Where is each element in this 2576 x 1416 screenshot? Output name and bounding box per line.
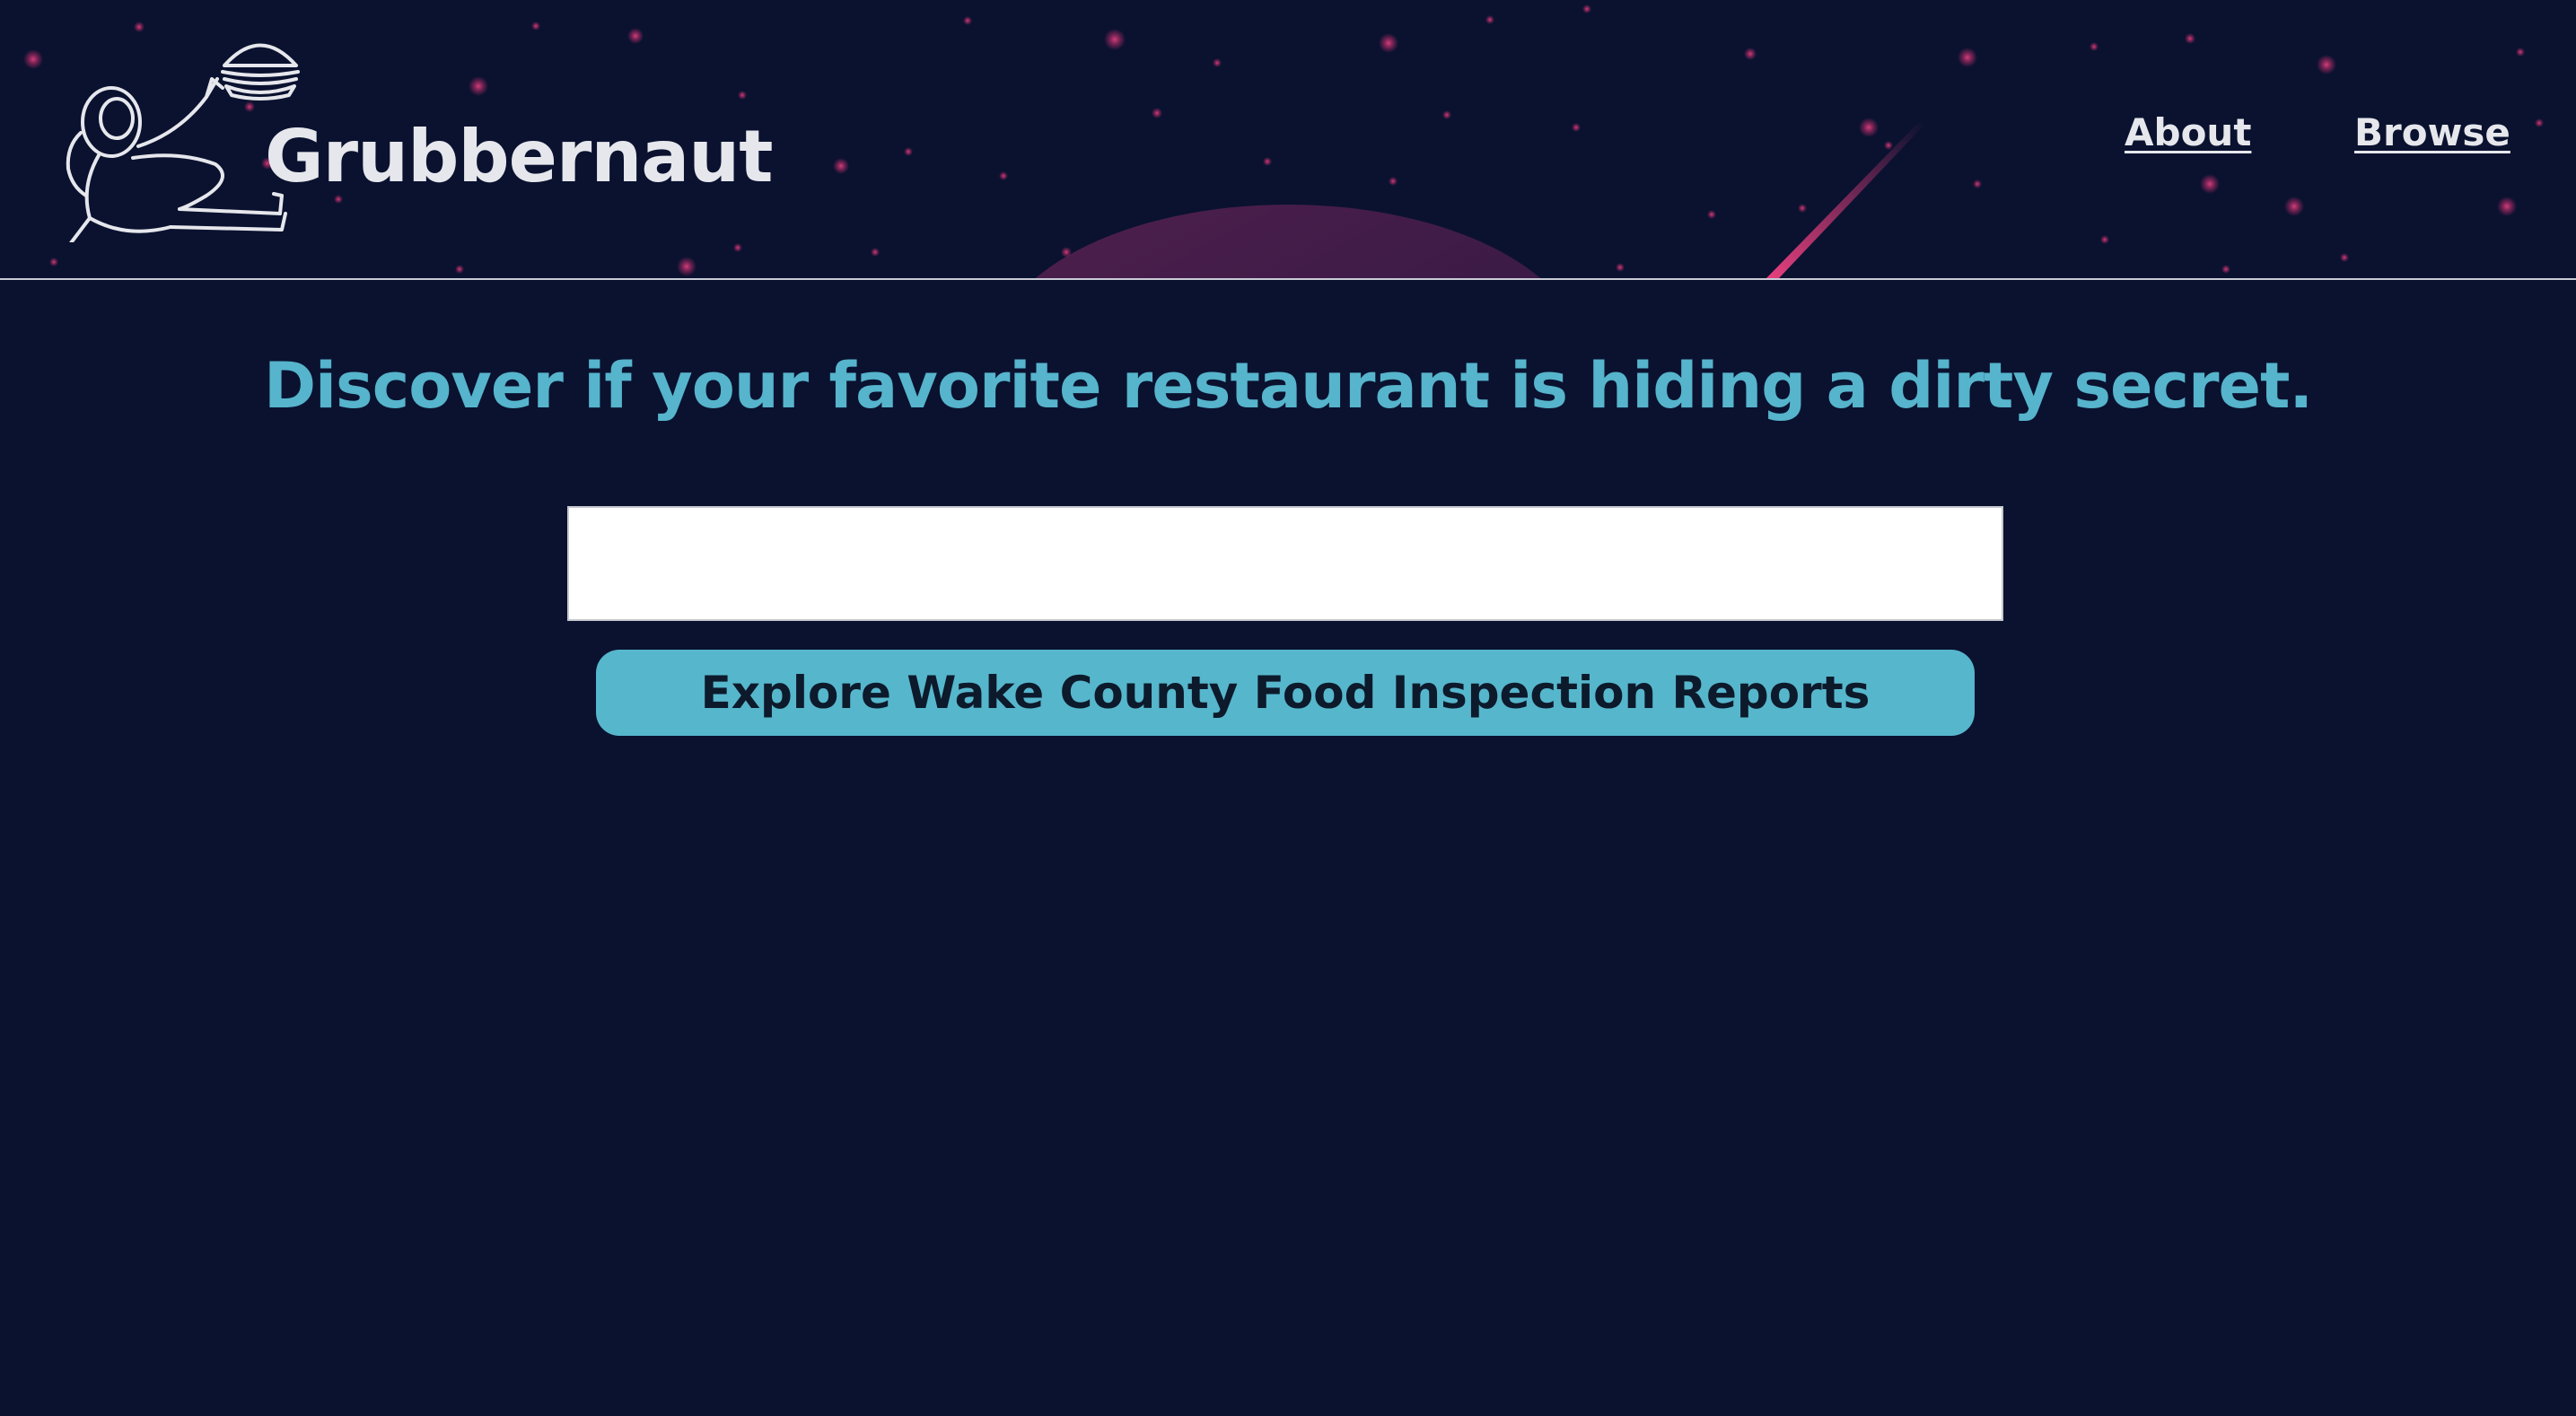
nav-link-about[interactable]: About — [2125, 106, 2251, 160]
site-header: Grubbernaut About Browse — [0, 0, 2576, 280]
restaurant-search-input[interactable] — [567, 506, 2003, 621]
explore-reports-button[interactable]: Explore Wake County Food Inspection Repo… — [596, 650, 1975, 736]
comet-streak — [1766, 122, 1925, 278]
page-headline: Discover if your favorite restaurant is … — [263, 349, 2313, 423]
brand-name[interactable]: Grubbernaut — [265, 112, 773, 202]
planet-horizon — [1033, 205, 1543, 280]
nav-link-browse[interactable]: Browse — [2354, 106, 2510, 160]
header-divider — [0, 278, 2576, 280]
